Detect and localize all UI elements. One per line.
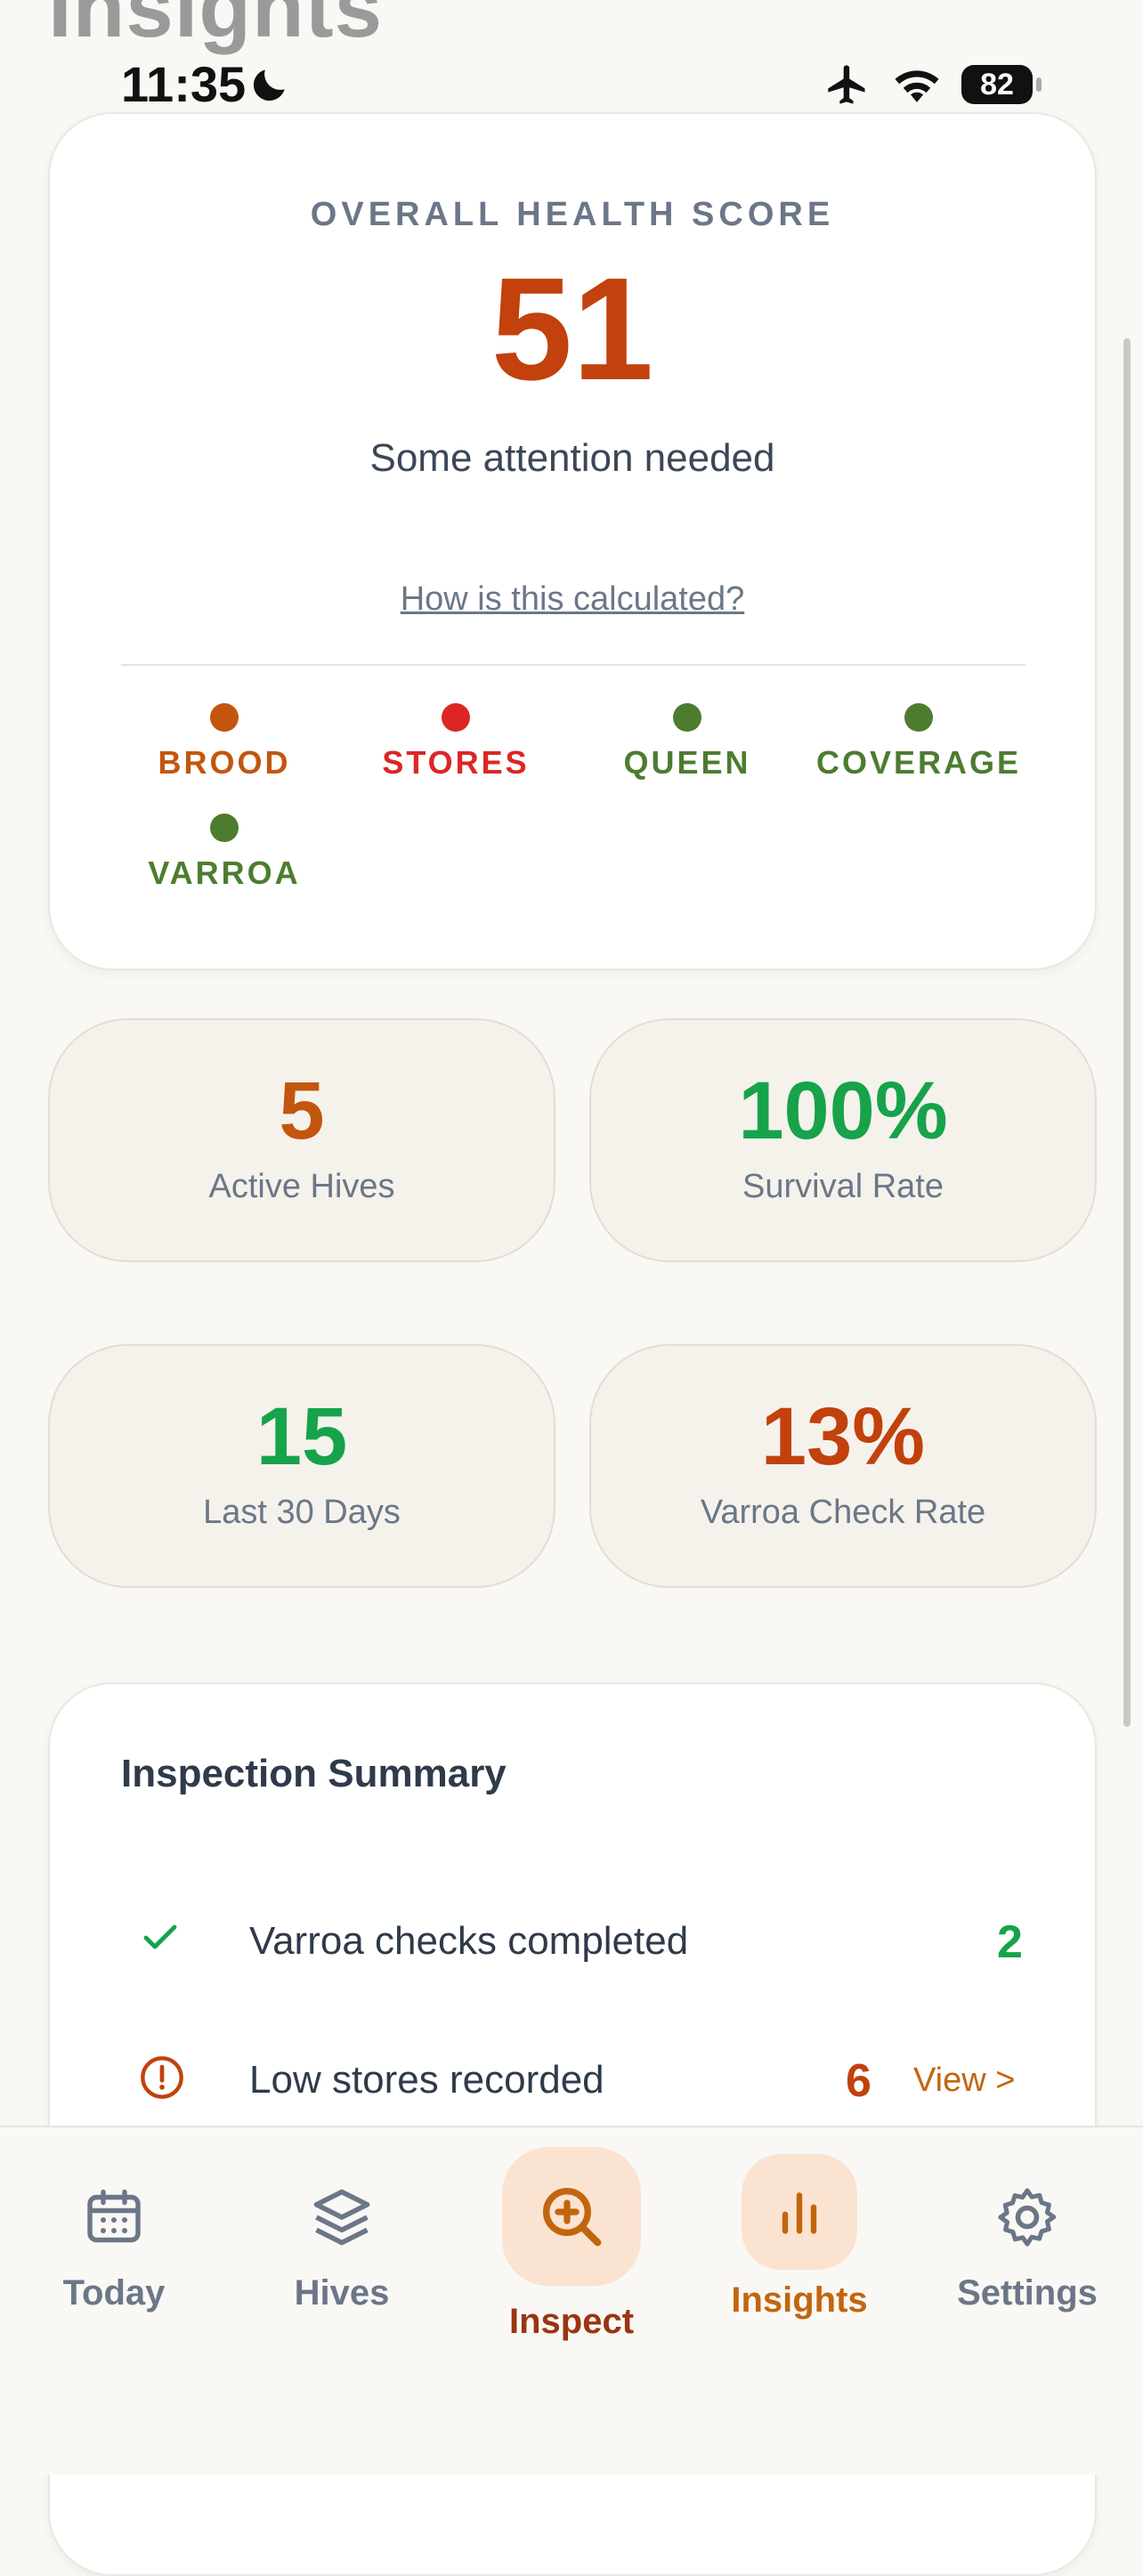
tab-label: Inspect [508,2302,635,2341]
tab-today[interactable]: Today [25,2177,203,2313]
stat-label: Last 30 Days [203,1494,401,1531]
summary-row-text: Low stores recorded [249,2058,604,2102]
tab-label: Hives [294,2273,390,2313]
tab-hives[interactable]: Hives [253,2177,431,2313]
calendar-icon [87,2189,141,2243]
factor-varroa: VARROA [109,814,340,892]
factor-label: QUEEN [623,744,751,781]
bar-chart-icon [782,2192,817,2234]
stat-label: Survival Rate [742,1168,944,1205]
alert-circle-icon [141,2056,183,2099]
health-score-eyebrow: OVERALL HEALTH SCORE [310,196,835,233]
divider [121,664,1025,666]
page-title: Insights [48,0,384,55]
factor-label: BROOD [158,744,291,781]
status-time: 11:35 [121,56,247,112]
summary-row-varroa-checks: Varroa checks completed 2 [50,1894,1095,1983]
scrollbar[interactable] [1123,338,1131,1727]
gear-icon [998,2188,1057,2247]
factor-dot [210,703,239,732]
moon-icon [253,69,285,101]
stat-label: Varroa Check Rate [700,1494,986,1531]
stat-value: 100% [738,1065,948,1156]
factor-dot [904,703,933,732]
status-indicators: 82 [823,61,1042,109]
stat-card-active-hives[interactable]: 5 Active Hives [48,1018,555,1262]
tab-settings[interactable]: Settings [938,2177,1116,2313]
wifi-icon [895,70,939,102]
factor-dot [210,814,239,842]
factor-dot [673,703,701,732]
airplane-icon [828,65,865,104]
factor-coverage: COVERAGE [803,703,1034,782]
battery-indicator: 82 [961,65,1042,104]
stat-value: 13% [760,1391,926,1482]
inspection-summary-title: Inspection Summary [121,1752,507,1795]
tab-label: Settings [957,2273,1098,2313]
tab-inspect[interactable]: Inspect [482,2147,661,2342]
factor-label: COVERAGE [815,744,1022,781]
factor-label: STORES [382,744,530,781]
bottom-tab-bar: Today Hives Inspect Insights Settings [0,2126,1143,2475]
summary-row-count: 6 [846,2055,871,2107]
factor-dot [442,703,470,732]
tab-label: Today [62,2273,166,2313]
stat-value: 5 [279,1065,325,1156]
factor-stores: STORES [340,703,572,782]
tab-label: Insights [731,2280,868,2320]
tab-insights[interactable]: Insights [710,2154,888,2321]
how-calculated-link[interactable]: How is this calculated? [50,580,1095,619]
summary-row-low-stores: Low stores recorded 6 View > [50,2033,1095,2122]
factor-brood: BROOD [109,703,340,782]
search-plus-icon [543,2188,602,2247]
factor-queen: QUEEN [572,703,803,782]
health-score-value: 51 [490,247,654,410]
stat-card-survival-rate[interactable]: 100% Survival Rate [589,1018,1097,1262]
stat-card-varroa-check-rate[interactable]: 13% Varroa Check Rate [589,1344,1097,1588]
health-score-card: OVERALL HEALTH SCORE 51 Some attention n… [48,112,1097,970]
summary-row-text: Varroa checks completed [249,1919,689,1963]
layers-icon [313,2189,370,2246]
stat-value: 15 [255,1391,348,1482]
view-low-stores-link[interactable]: View > [913,2062,1015,2100]
stat-label: Active Hives [208,1168,395,1205]
check-icon [143,1924,177,1949]
factor-label: VARROA [148,855,301,891]
health-score-description: Some attention needed [369,436,775,480]
stat-card-last-30-days[interactable]: 15 Last 30 Days [48,1344,555,1588]
summary-row-count: 2 [997,1916,1023,1968]
